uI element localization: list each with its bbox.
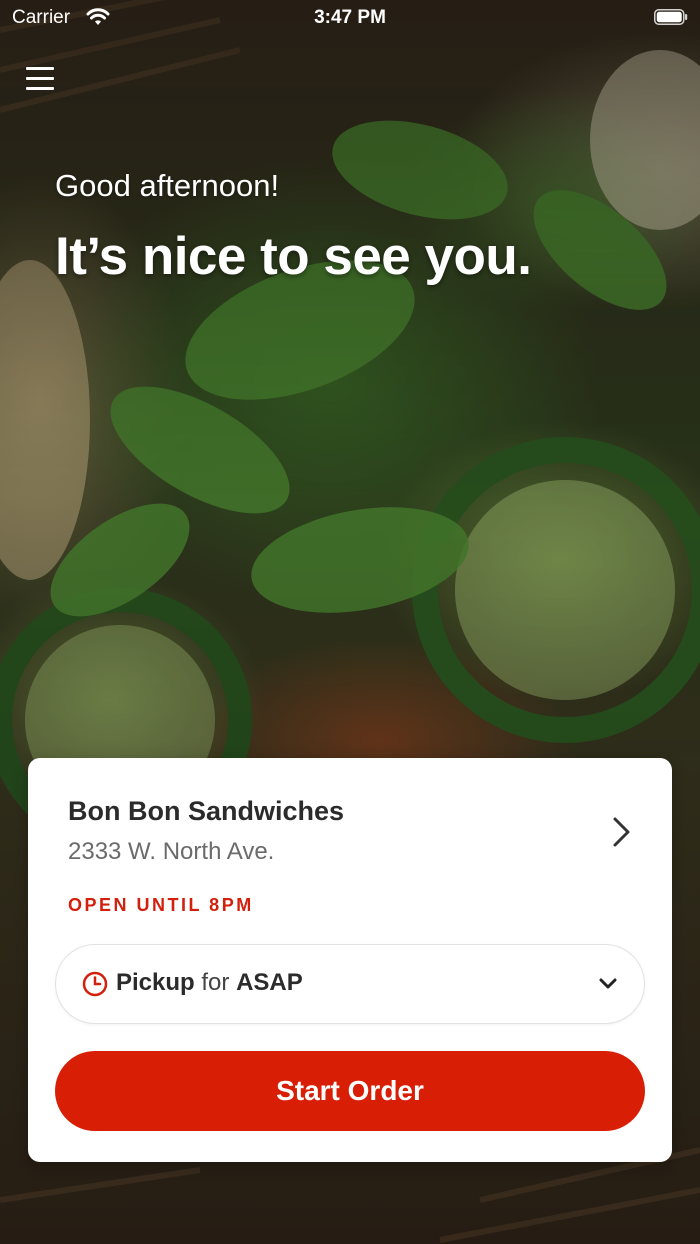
battery-icon xyxy=(654,9,688,25)
status-bar: Carrier 3:47 PM xyxy=(0,0,700,40)
store-address: 2333 W. North Ave. xyxy=(68,838,275,865)
order-mode-select[interactable]: Pickup for ASAP xyxy=(55,944,645,1024)
store-details-link[interactable]: Bon Bon Sandwiches 2333 W. North Ave. xyxy=(28,758,672,878)
store-card: Bon Bon Sandwiches 2333 W. North Ave. OP… xyxy=(28,758,672,1162)
greeting-subtitle: Good afternoon! xyxy=(55,168,280,203)
status-time: 3:47 PM xyxy=(314,7,386,28)
order-connector: for xyxy=(201,969,230,996)
open-hours-status: OPEN UNTIL 8PM xyxy=(68,895,254,915)
hamburger-menu-icon[interactable] xyxy=(26,66,56,92)
greeting-headline: It’s nice to see you. xyxy=(55,227,532,286)
clock-icon xyxy=(82,971,108,997)
store-name: Bon Bon Sandwiches xyxy=(68,796,345,826)
start-order-button[interactable]: Start Order xyxy=(55,1051,645,1131)
chevron-right-icon xyxy=(613,817,630,847)
order-time: ASAP xyxy=(236,969,303,996)
order-method: Pickup xyxy=(116,969,195,996)
order-mode-label: Pickup for ASAP xyxy=(116,969,303,997)
chevron-down-icon xyxy=(599,978,617,989)
